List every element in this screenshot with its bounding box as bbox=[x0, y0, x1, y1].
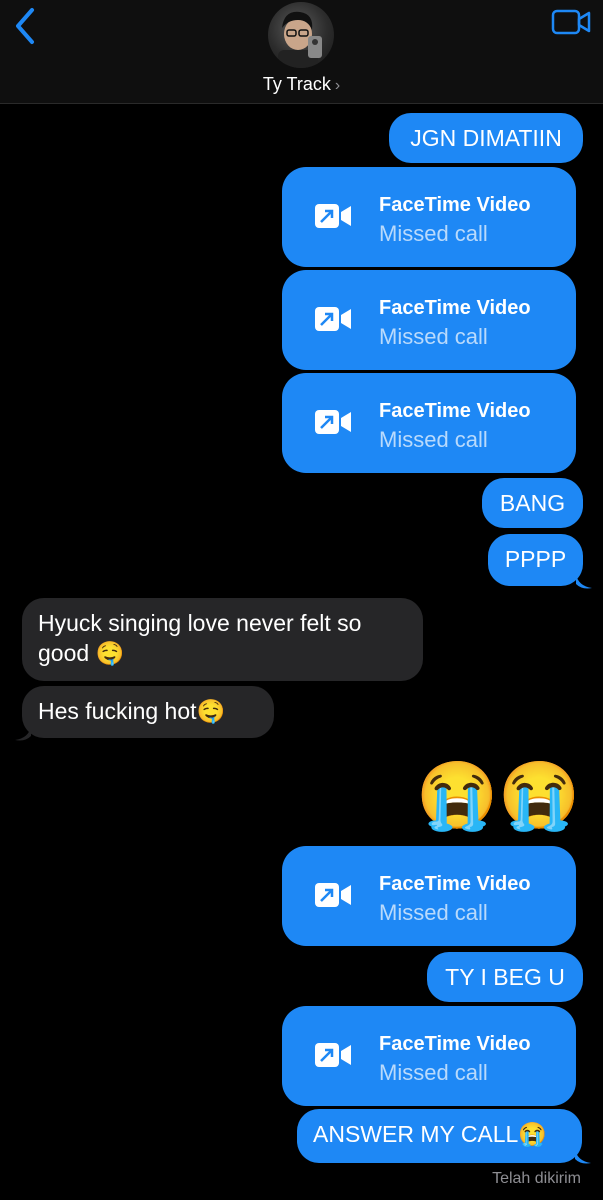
outgoing-message[interactable]: TY I BEG U bbox=[427, 952, 583, 1002]
chevron-right-icon: › bbox=[334, 77, 341, 94]
contact-name[interactable]: Ty Track › bbox=[0, 74, 603, 95]
facetime-missed-call[interactable]: FaceTime Video Missed call bbox=[282, 373, 576, 473]
facetime-video-icon bbox=[315, 307, 351, 331]
video-camera-icon[interactable] bbox=[551, 8, 591, 36]
contact-avatar[interactable] bbox=[268, 2, 334, 68]
facetime-video-icon bbox=[315, 204, 351, 228]
bubble-tail bbox=[15, 726, 31, 741]
outgoing-message[interactable]: BANG bbox=[482, 478, 583, 528]
facetime-missed-call[interactable]: FaceTime Video Missed call bbox=[282, 270, 576, 370]
incoming-message[interactable]: Hes fucking hot🤤 bbox=[22, 686, 274, 738]
facetime-missed-call[interactable]: FaceTime Video Missed call bbox=[282, 846, 576, 946]
outgoing-message[interactable]: PPPP bbox=[488, 534, 583, 586]
facetime-video-icon bbox=[315, 410, 351, 434]
emoji-message[interactable]: 😭😭 bbox=[416, 760, 580, 830]
facetime-missed-call[interactable]: FaceTime Video Missed call bbox=[282, 167, 576, 267]
facetime-video-icon bbox=[315, 1043, 351, 1067]
facetime-missed-call[interactable]: FaceTime Video Missed call bbox=[282, 1006, 576, 1106]
outgoing-message[interactable]: JGN DIMATIIN bbox=[389, 113, 583, 163]
bubble-tail bbox=[576, 574, 592, 589]
conversation-header: Ty Track › bbox=[0, 0, 603, 104]
bubble-tail bbox=[575, 1149, 591, 1164]
delivery-status: Telah dikirim bbox=[492, 1170, 581, 1187]
back-chevron-icon[interactable] bbox=[8, 6, 44, 46]
incoming-message[interactable]: Hyuck singing love never felt so good 🤤 bbox=[22, 598, 423, 681]
facetime-video-icon bbox=[315, 883, 351, 907]
outgoing-message[interactable]: ANSWER MY CALL😭 bbox=[297, 1109, 582, 1163]
